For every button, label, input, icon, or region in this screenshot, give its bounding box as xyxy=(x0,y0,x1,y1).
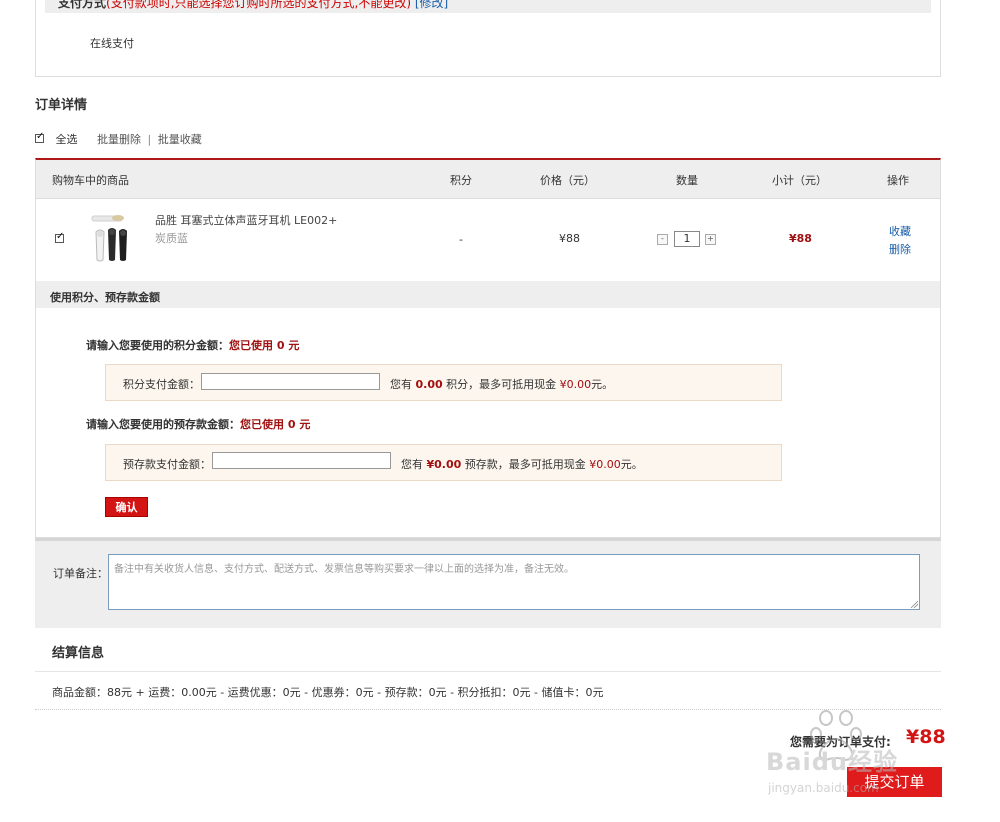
confirm-button[interactable]: 确认 xyxy=(105,497,148,517)
baidu-watermark: Baidu经验 jingyan.baidu.com xyxy=(760,710,950,805)
headset-icon xyxy=(91,215,127,262)
batch-favorite-link[interactable]: 批量收藏 xyxy=(158,133,202,146)
col-points: 积分 xyxy=(450,174,472,187)
points-info-text-2: 积分，最多可抵用现金 xyxy=(446,378,557,391)
points-info: 您有 0.00 积分，最多可抵用现金 ¥0.00元。 xyxy=(390,376,613,392)
payment-method: 在线支付 xyxy=(90,37,134,50)
select-all-checkbox[interactable] xyxy=(35,131,44,143)
product-image[interactable] xyxy=(88,212,136,264)
points-info-text-1: 您有 xyxy=(390,378,412,391)
resize-grip-icon[interactable] xyxy=(910,600,918,608)
col-product: 购物车中的商品 xyxy=(52,174,129,187)
watermark-url: jingyan.baidu.com xyxy=(768,781,879,795)
settlement-title: 结算信息 xyxy=(52,646,105,661)
toolbar-separator: | xyxy=(147,133,152,146)
item-checkbox[interactable] xyxy=(55,231,64,243)
item-points: - xyxy=(459,233,463,246)
points-amount-input[interactable] xyxy=(201,373,380,390)
product-name[interactable]: 品胜 耳塞式立体声蓝牙耳机 LE002+ xyxy=(155,212,337,228)
credits-section-bar xyxy=(36,281,940,308)
points-prompt: 请输入您要使用的积分金额：您已使用 0 元 xyxy=(86,337,299,353)
deposit-balance: ¥0.00 xyxy=(426,458,462,471)
qty-input[interactable]: 1 xyxy=(674,231,700,247)
item-price: ¥88 xyxy=(559,232,580,245)
deposit-used-text: 您已使用 0 元 xyxy=(240,418,311,431)
watermark-brand: Baidu经验 xyxy=(766,748,898,776)
deposit-amount-input[interactable] xyxy=(212,452,391,469)
table-row xyxy=(55,231,64,246)
credits-section-title: 使用积分、预存款金额 xyxy=(50,291,160,304)
batch-delete-link[interactable]: 批量删除 xyxy=(97,133,141,146)
points-balance: 0.00 xyxy=(415,378,443,391)
deposit-cash-value: ¥0.00 xyxy=(589,458,621,471)
favorite-link[interactable]: 收藏 xyxy=(889,223,911,239)
col-subtotal: 小计（元） xyxy=(772,174,827,187)
deposit-info-text-2: 预存款，最多可抵用现金 xyxy=(464,458,586,471)
delete-link[interactable]: 删除 xyxy=(889,241,911,257)
payment-note: (支付款项时,只能选择您订购时所选的支付方式,不能更改) xyxy=(106,0,412,10)
order-title: 订单详情 xyxy=(35,98,88,113)
deposit-info-text-3: 元。 xyxy=(620,458,643,471)
payment-title: 支付方式 xyxy=(58,0,107,10)
points-prompt-text: 请输入您要使用的积分金额： xyxy=(86,339,229,352)
qty-minus-button[interactable]: - xyxy=(657,234,668,245)
col-price: 价格（元） xyxy=(540,174,595,187)
deposit-prompt: 请输入您要使用的预存款金额：您已使用 0 元 xyxy=(86,416,310,432)
col-actions: 操作 xyxy=(887,174,909,187)
points-info-text-3: 元。 xyxy=(591,378,614,391)
payment-modify-link[interactable]: [修改] xyxy=(415,0,448,10)
deposit-info-text-1: 您有 xyxy=(401,458,423,471)
payment-header-text: 支付方式(支付款项时,只能选择您订购时所选的支付方式,不能更改) [修改] xyxy=(58,0,448,11)
batch-toolbar: 全选 批量删除 | 批量收藏 xyxy=(35,131,202,147)
remark-label: 订单备注： xyxy=(53,567,108,580)
select-all-label[interactable]: 全选 xyxy=(56,133,78,146)
points-field-label: 积分支付金额： xyxy=(123,378,200,391)
points-used-text: 您已使用 0 元 xyxy=(229,339,300,352)
item-subtotal: ¥88 xyxy=(789,232,812,245)
settlement-divider xyxy=(35,671,941,672)
remark-textarea[interactable]: 备注中有关收货人信息、支付方式、配送方式、发票信息等购买要求一律以上面的选择为准… xyxy=(108,554,920,610)
points-cash-value: ¥0.00 xyxy=(559,378,592,391)
deposit-prompt-text: 请输入您要使用的预存款金额： xyxy=(86,418,240,431)
col-quantity: 数量 xyxy=(676,174,698,187)
product-color: 炭质蓝 xyxy=(155,232,188,245)
qty-plus-button[interactable]: + xyxy=(705,234,716,245)
deposit-info: 您有 ¥0.00 预存款，最多可抵用现金 ¥0.00元。 xyxy=(401,456,643,472)
settlement-summary: 商品金额：88元 + 运费：0.00元 - 运费优惠：0元 - 优惠券：0元 -… xyxy=(52,686,604,699)
deposit-field-label: 预存款支付金额： xyxy=(123,458,211,471)
